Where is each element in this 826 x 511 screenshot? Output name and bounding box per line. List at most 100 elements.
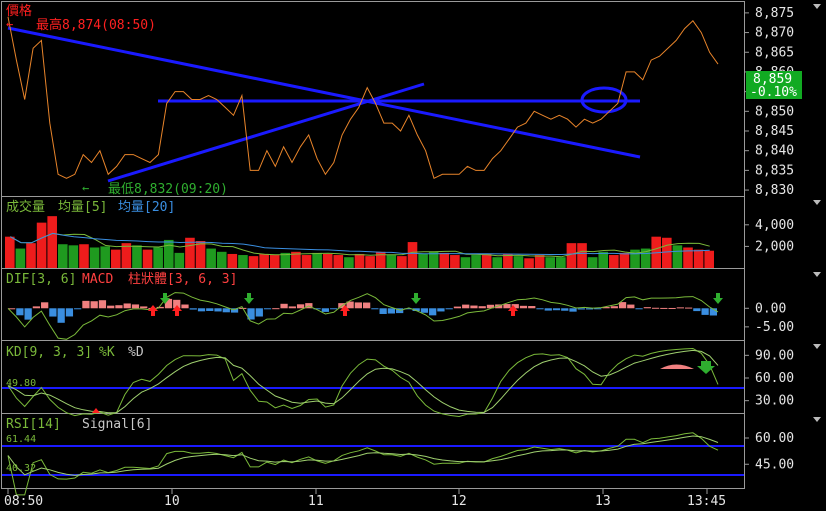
buy-arrow-icon: [148, 305, 158, 316]
volume-bar: [79, 244, 89, 268]
macd-histogram-bar: [57, 308, 65, 323]
y-tick-label: -5.00: [755, 320, 794, 335]
volume-bar: [439, 252, 450, 268]
volume-bar: [513, 256, 524, 268]
macd-histogram-bar: [627, 304, 635, 309]
volume-bar: [492, 257, 503, 268]
macd-histogram-bar: [462, 304, 470, 309]
volume-bar: [471, 255, 481, 268]
macd-histogram-bar: [561, 308, 569, 311]
volume-bar: [693, 249, 704, 268]
macd-legend-macd: MACD: [82, 272, 113, 287]
scroll-up-icon[interactable]: [813, 417, 821, 422]
volume-bar: [47, 216, 57, 268]
sell-arrow-icon: [244, 293, 254, 304]
macd-histogram-bar: [181, 304, 189, 309]
volume-bar: [100, 246, 110, 268]
kd-title: KD[9, 3, 3]: [6, 345, 92, 360]
y-tick-label: 30.00: [755, 394, 794, 409]
macd-histogram-bar: [288, 306, 296, 309]
macd-histogram-bar: [272, 308, 280, 310]
y-tick-label: 4,000: [755, 218, 794, 233]
volume-bar: [322, 253, 333, 268]
macd-histogram-bar: [74, 308, 82, 310]
macd-histogram-bar: [544, 308, 552, 311]
volume-bar: [577, 243, 587, 268]
macd-histogram-bar: [519, 305, 528, 309]
kd-level-label: 49.80: [6, 378, 36, 389]
macd-histogram-bar: [429, 308, 437, 316]
rsi-signal-line: [7, 435, 719, 476]
volume-bar: [26, 243, 36, 268]
volume-bar: [195, 241, 206, 268]
volume-bar: [354, 253, 365, 268]
macd-title: DIF[3, 6]: [6, 272, 76, 287]
volume-legend-ma20: 均量[20]: [118, 200, 175, 215]
macd-histogram-bar: [140, 306, 148, 309]
macd-histogram-bar: [635, 308, 643, 310]
macd-histogram-bar: [107, 305, 115, 309]
rsi-legend-signal: Signal[6]: [82, 417, 152, 432]
macd-histogram-bar: [470, 305, 478, 309]
y-tick-label: 8,835: [755, 163, 794, 178]
volume-bar: [121, 243, 132, 268]
kd-overbought-fill: [660, 364, 694, 369]
panel-frames: [1, 1, 745, 489]
macd-histogram-bar: [321, 308, 329, 312]
volume-bar: [36, 222, 47, 268]
macd-histogram-bar: [668, 307, 676, 309]
volume-bar: [216, 251, 227, 268]
kd-legend-d: %D: [128, 345, 144, 360]
volume-bar: [68, 245, 79, 268]
macd-histogram-bar: [437, 308, 445, 312]
panel-scroll-icons[interactable]: [813, 4, 821, 422]
macd-histogram-bar: [280, 303, 288, 309]
volume-bar: [418, 253, 428, 268]
macd-histogram-bar: [123, 303, 131, 309]
volume-bar: [248, 256, 259, 268]
high-arrow-icon: ←: [6, 17, 13, 31]
macd-histogram-bar: [90, 301, 98, 309]
volume-bar: [460, 257, 471, 268]
volume-bar: [5, 236, 15, 268]
macd-histogram-bar: [189, 308, 197, 310]
volume-bar: [142, 249, 153, 268]
volume-bar: [110, 249, 121, 268]
y-tick-label: 45.00: [755, 457, 794, 472]
macd-histogram-bar: [16, 308, 24, 316]
y-tick-label: 90.00: [755, 348, 794, 363]
macd-histogram-bar: [255, 308, 263, 317]
scroll-up-icon[interactable]: [813, 344, 821, 349]
rsi-line: [7, 432, 719, 496]
volume-bar: [556, 257, 566, 268]
macd-histogram: [8, 298, 717, 323]
volume-bar: [312, 252, 322, 268]
scroll-up-icon[interactable]: [813, 200, 821, 205]
rsi-lower-label: 40.32: [6, 463, 36, 474]
y-tick-label: 8,870: [755, 26, 794, 41]
volume-legend-ma5: 均量[5]: [58, 200, 107, 215]
macd-histogram-bar: [445, 308, 453, 310]
macd-histogram-bar: [115, 305, 123, 309]
macd-legend-histogram: 柱狀體[3, 6, 3]: [128, 272, 237, 287]
kd-legend-k: %K: [99, 345, 115, 360]
x-tick-label: 08:50: [4, 494, 43, 509]
volume-bar: [672, 245, 683, 268]
kd-up-arrow-icon: [92, 408, 100, 413]
scroll-up-icon[interactable]: [813, 272, 821, 277]
macd-histogram-bar: [503, 304, 511, 309]
y-tick-label: 8,865: [755, 45, 794, 60]
macd-histogram-bar: [387, 308, 396, 314]
macd-histogram-bar: [296, 304, 305, 309]
volume-bar: [132, 245, 142, 268]
macd-histogram-bar: [65, 308, 74, 317]
low-arrow-icon: ←: [82, 181, 89, 195]
macd-histogram-bar: [577, 308, 585, 310]
macd-histogram-bar: [552, 308, 561, 311]
volume-bar: [375, 251, 386, 268]
scroll-up-icon[interactable]: [813, 4, 821, 9]
volume-bar: [89, 247, 100, 268]
macd-histogram-bar: [569, 308, 577, 312]
volume-bar: [269, 255, 280, 268]
volume-bar: [704, 250, 714, 268]
